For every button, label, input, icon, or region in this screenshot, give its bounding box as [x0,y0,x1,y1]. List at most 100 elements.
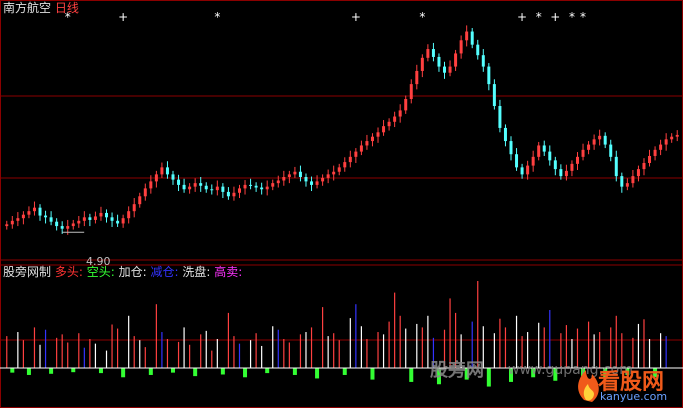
chart-title: 南方航空 日线 [3,1,79,15]
candle-body [526,165,530,175]
candle-body [215,186,219,191]
candle-body [276,180,280,184]
indicator-bar-negative [486,368,491,387]
candle-body [470,31,474,45]
indicator-bar-negative [10,368,15,373]
candle-body [226,191,230,197]
candle-body [675,134,679,137]
candle-body [138,196,142,205]
candle-body [476,44,480,56]
indicator-bar-negative [243,368,248,378]
candle-body [520,167,524,175]
candle-body [404,99,408,111]
candle-body [570,163,574,171]
indicator-name: 股旁网制 [3,265,52,279]
candle-body [420,57,424,71]
candle-body [609,144,613,157]
candle-body [49,217,53,222]
candle-body [160,167,164,175]
candle-body [465,31,469,41]
candle-body [116,220,120,224]
signal-marker: * [214,10,220,24]
legend-xipan: 洗盘: [182,265,211,279]
candle-body [77,220,81,224]
indicator-bar-negative [220,368,225,375]
candle-body [398,110,402,117]
candle-body [27,211,31,215]
indicator-bar-negative [292,368,297,375]
candle-body [188,186,192,190]
candle-body [587,144,591,150]
candle-body [642,162,646,170]
candle-body [55,221,59,227]
indicator-bar-negative [409,368,414,382]
candle-body [210,189,214,191]
candle-body [348,156,352,163]
candle-body [243,184,247,189]
candle-body [431,49,435,57]
candle-body [531,156,535,166]
candle-body [648,155,652,163]
candle-body [154,174,158,182]
candle-body [88,217,92,220]
signal-marker: * [569,10,575,24]
candle-body [592,139,596,145]
watermark-site-name: 股旁网 [430,360,484,381]
signal-marker: * [580,10,586,24]
legend-jiancang: 减仓: [150,265,179,279]
indicator-bar-negative [370,368,375,380]
candle-body [5,224,9,227]
candle-body [121,218,125,224]
candle-body [542,145,546,152]
logo-url: kanyue.com [600,390,668,403]
candle-body [321,177,325,182]
candle-body [149,181,153,189]
candle-body [481,55,485,67]
candle-body [249,184,253,186]
candle-body [631,176,635,184]
candle-body [326,174,330,178]
signal-marker: * [536,10,542,24]
legend-kongtou: 空头: [86,265,115,279]
candle-body [603,135,607,145]
candle-body [132,204,136,212]
candle-body [337,167,341,172]
signal-marker: + [351,10,361,24]
candle-body [165,167,169,175]
candle-body [193,183,197,187]
period-label: 日线 [54,1,79,15]
candle-body [221,186,225,192]
candle-body [204,185,208,190]
indicator-bar-negative [71,368,76,373]
candle-body [370,136,374,142]
stock-name: 南方航空 [3,1,52,15]
candle-body [82,217,86,221]
candle-body [232,192,236,197]
candle-body [332,171,336,175]
candle-body [287,174,291,178]
candle-body [487,66,491,85]
candle-body [620,176,624,187]
candle-body [127,211,131,219]
indicator-bar-negative [342,368,347,375]
indicator-bar-negative [26,368,31,375]
signal-marker: + [517,10,527,24]
candle-body [343,162,347,168]
candle-body [271,183,275,187]
candle-body [537,145,541,157]
candle-body [71,223,75,227]
candle-body [564,170,568,177]
candle-body [443,66,447,73]
candle-body [354,151,358,157]
candle-body [260,187,264,190]
stock-chart-window[interactable]: * + * + * + * + * * 南方航空 日线 4.90 股旁网制 多头: 空头: 加仓:… [0,0,683,408]
chart-border [0,0,683,408]
signal-marker: * [419,10,425,24]
candle-body [659,144,663,150]
candlestick-chart[interactable]: * + * + * + * + * * [0,0,683,408]
candle-body [177,179,181,185]
indicator-bar-negative [148,368,153,375]
candle-body [376,132,380,137]
legend-duotou: 多头: [54,265,83,279]
candle-body [93,216,97,220]
